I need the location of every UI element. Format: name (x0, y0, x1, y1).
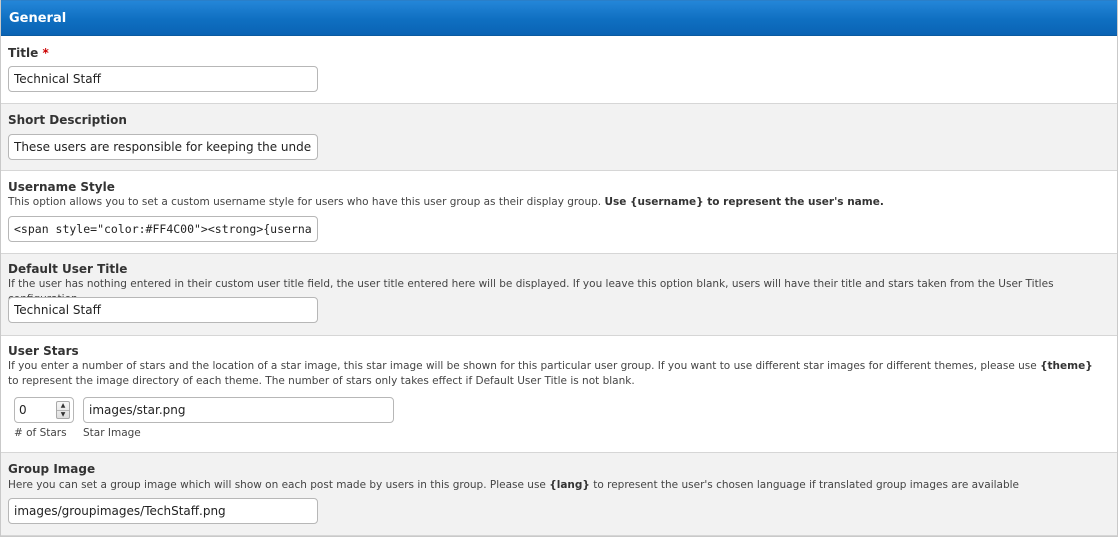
user-stars-row: User Stars If you enter a number of star… (1, 336, 1117, 453)
star-image-input[interactable] (83, 397, 394, 423)
short-description-label: Short Description (8, 113, 127, 127)
group-image-label: Group Image (8, 462, 96, 476)
default-user-title-label: Default User Title (8, 262, 128, 276)
section-title: General (9, 11, 67, 26)
title-row: Title * (1, 37, 1117, 104)
user-stars-description: If you enter a number of stars and the l… (8, 360, 1093, 387)
username-style-description: This option allows you to set a custom u… (8, 196, 884, 208)
stepper-spin-buttons[interactable]: ▲ ▼ (56, 401, 70, 419)
stepper-down-icon[interactable]: ▼ (57, 411, 69, 419)
general-settings-panel: General Title * Short Description Userna… (0, 0, 1118, 537)
stepper-up-icon[interactable]: ▲ (57, 402, 69, 411)
title-label: Title * (8, 46, 49, 60)
star-image-caption: Star Image (83, 427, 141, 439)
default-user-title-row: Default User Title If the user has nothi… (1, 254, 1117, 336)
username-style-input[interactable] (8, 216, 318, 242)
default-user-title-input[interactable] (8, 297, 318, 323)
stars-count-stepper[interactable]: 0 ▲ ▼ (14, 397, 74, 423)
stars-count-value: 0 (19, 403, 27, 417)
stars-count-caption: # of Stars (14, 427, 67, 439)
short-description-row: Short Description (1, 104, 1117, 171)
short-description-input[interactable] (8, 134, 318, 160)
title-input[interactable] (8, 66, 318, 92)
group-image-input[interactable] (8, 498, 318, 524)
username-style-row: Username Style This option allows you to… (1, 171, 1117, 254)
user-stars-label: User Stars (8, 344, 79, 358)
required-mark: * (42, 46, 49, 60)
username-style-label: Username Style (8, 180, 115, 194)
group-image-description: Here you can set a group image which wil… (8, 479, 1020, 491)
group-image-row: Group Image Here you can set a group ima… (1, 453, 1117, 536)
section-header: General (1, 0, 1117, 36)
